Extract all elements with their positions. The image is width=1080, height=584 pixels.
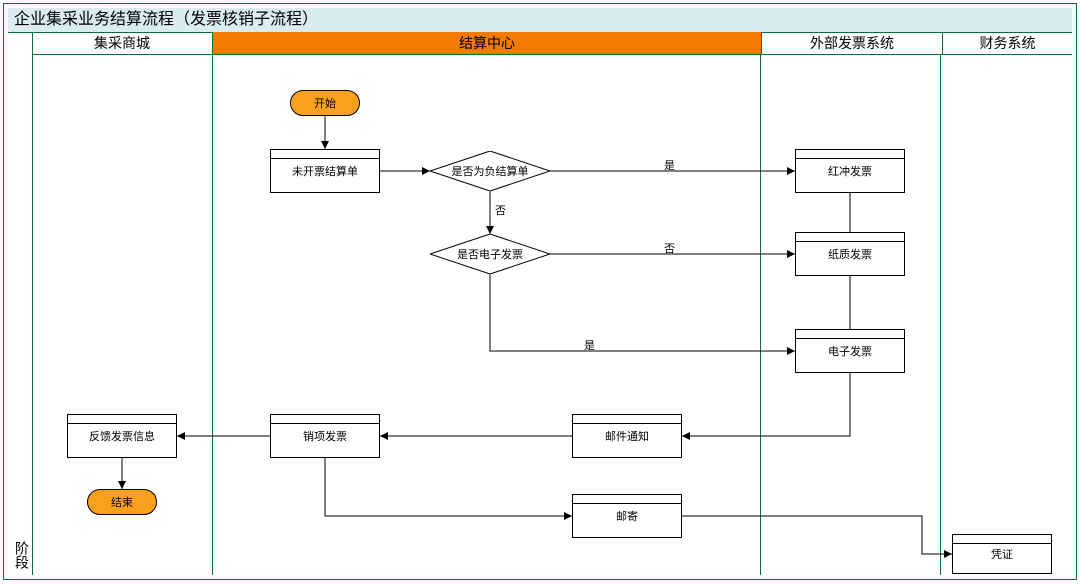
lane-mall: 集采商城	[32, 32, 213, 54]
lane-center: 结算中心	[213, 32, 762, 54]
canvas: 开始 未开票结算单 是否为负结算单 是否电子发票 红冲发票 纸质发票 电子发票 …	[32, 54, 1072, 575]
unbilled-node: 未开票结算单	[270, 149, 380, 193]
feedback-node: 反馈发票信息	[67, 414, 177, 458]
lbl-d1-yes: 是	[664, 157, 675, 173]
lbl-d1-no: 否	[495, 202, 506, 218]
decision-negative: 是否为负结算单	[430, 151, 550, 191]
lane-div-1	[212, 54, 213, 575]
outer-border: 企业集采业务结算流程（发票核销子流程） 阶段 集采商城 结算中心 外部发票系统 …	[3, 3, 1077, 580]
lbl-d2-no: 否	[664, 240, 675, 256]
red-node: 红冲发票	[795, 149, 905, 193]
mail-notify-node: 邮件通知	[572, 414, 682, 458]
connectors	[32, 54, 1076, 584]
voucher-node: 凭证	[952, 534, 1052, 574]
lane-div-2	[760, 54, 761, 575]
elec-node: 电子发票	[795, 329, 905, 373]
lane-div-3	[940, 54, 941, 575]
sales-invoice-node: 销项发票	[270, 414, 380, 458]
paper-node: 纸质发票	[795, 232, 905, 276]
end-node: 结束	[87, 489, 157, 515]
post-node: 邮寄	[572, 494, 682, 538]
side-header: 阶段	[8, 32, 33, 575]
decision-einvoice: 是否电子发票	[430, 234, 550, 274]
side-label: 阶段	[12, 541, 32, 569]
lane-ext: 外部发票系统	[762, 32, 943, 54]
lane-headers: 集采商城 结算中心 外部发票系统 财务系统	[32, 32, 1072, 55]
start-node: 开始	[290, 90, 360, 116]
lbl-d2-yes: 是	[584, 337, 595, 353]
lane-fin: 财务系统	[943, 32, 1072, 54]
diagram-frame: 企业集采业务结算流程（发票核销子流程） 阶段 集采商城 结算中心 外部发票系统 …	[0, 0, 1080, 583]
diagram-title: 企业集采业务结算流程（发票核销子流程）	[8, 8, 1072, 33]
